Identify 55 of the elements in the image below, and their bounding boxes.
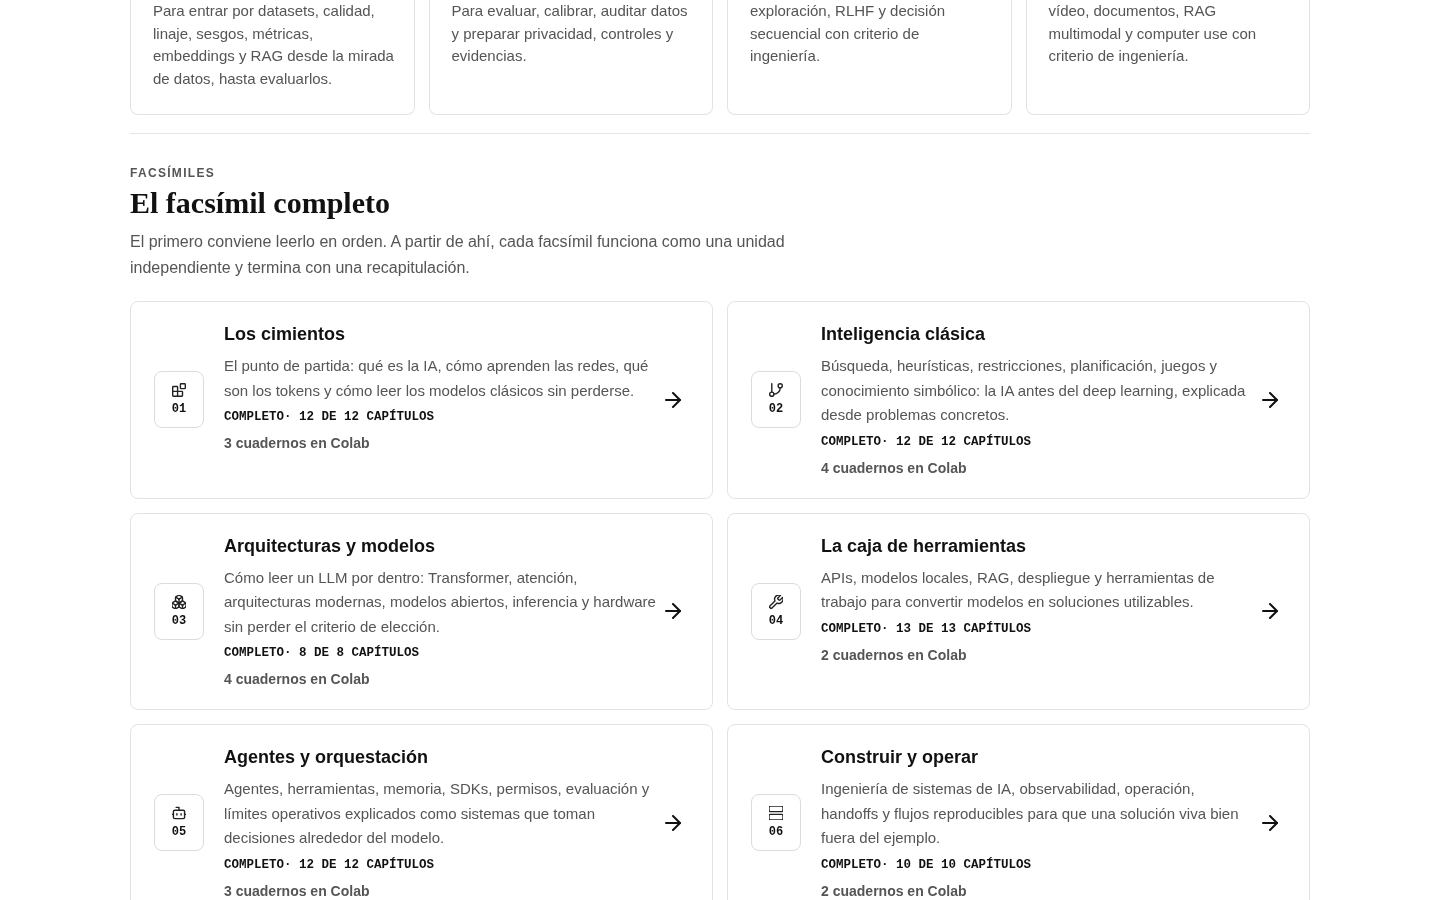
arrow-right-icon xyxy=(665,814,681,831)
robot-icon xyxy=(172,806,186,821)
module-title: Los cimientos xyxy=(224,323,346,346)
arrow-right-icon xyxy=(1262,814,1278,831)
arrow-right-icon xyxy=(1262,603,1278,620)
arrow-right-icon xyxy=(1262,391,1278,408)
notebook-count: 3 cuadernos en Colab xyxy=(224,881,370,900)
module-number: 01 xyxy=(171,402,187,417)
arrow-right-icon xyxy=(665,391,681,408)
card-description: Para evaluar, calibrar, auditar datos y preparar privacidad, controles y evidencias. xyxy=(451,1,689,66)
section-title: El facsímil completo xyxy=(130,185,390,221)
blocks-icon xyxy=(172,383,186,398)
card-description: vídeo, documentos, RAG multimodal y computer use con criterio de ingeniería. xyxy=(1048,1,1258,66)
card-description: Para entrar por datasets, calidad, linaje, sesgos, métricas, embeddings y RAG desde la mirada de datos, hasta evaluarlos. xyxy=(153,1,395,89)
module-number: 04 xyxy=(768,613,784,628)
boxes-icon xyxy=(172,594,186,609)
module-title: Agentes y orquestación xyxy=(224,746,429,769)
module-description: Búsqueda, heurísticas, restricciones, planificación, juegos y conocimiento simbólico: la IA antes del deep learning, explicada desde problemas concretos. xyxy=(821,356,1247,425)
notebook-count: 4 cuadernos en Colab xyxy=(821,458,967,478)
module-title: Arquitecturas y modelos xyxy=(224,534,436,558)
branch-icon xyxy=(769,383,783,398)
module-description: Agentes, herramientas, memoria, SDKs, permisos, evaluación y límites operativos explicados como sistemas que toman decisiones alrededor del modelo. xyxy=(224,779,651,848)
section-description: El primero conviene leerlo en orden. A partir de ahí, cada facsímil funciona como una unidad independiente y termina con una recapitulación. xyxy=(130,232,786,278)
arrow-right-icon xyxy=(665,603,681,620)
module-description: El punto de partida: qué es la IA, cómo aprenden las redes, qué son los tokens y cómo leer los modelos clásicos sin perderse. xyxy=(224,356,650,401)
wrench-icon xyxy=(769,594,783,609)
notebook-count: 2 cuadernos en Colab xyxy=(821,881,967,900)
module-status: COMPLETO· 12 DE 12 CAPÍTULOS xyxy=(224,409,435,425)
module-number: 05 xyxy=(171,825,187,840)
module-card[interactable]: 01 Los cimientos El punto de partida: qué es la IA, cómo aprenden las redes, qué son los tokens y cómo leer los modelos clásicos sin perderse. COMPLETO· 12 DE 12 CAPÍTULOS 3 cuadernos en Colab xyxy=(130,301,713,499)
notebook-count: 4 cuadernos en Colab xyxy=(224,670,370,689)
module-number: 02 xyxy=(768,402,784,417)
notebook-count: 2 cuadernos en Colab xyxy=(821,645,967,665)
module-title: La caja de herramientas xyxy=(821,534,1027,558)
module-card[interactable] xyxy=(727,724,1310,900)
module-card[interactable] xyxy=(130,724,713,900)
module-card[interactable]: 04 La caja de herramientas APIs, modelos locales, RAG, despliegue y herramientas de trabajo para convertir modelos en soluciones utilizables. COMPLETO· 13 DE 13 CAPÍTULOS 2 cuadernos en Colab xyxy=(727,512,1310,710)
module-status: COMPLETO· 12 DE 12 CAPÍTULOS xyxy=(224,856,435,873)
module-description: Ingeniería de sistemas de IA, observabilidad, operación, handoffs y flujos reproducibles para que una solución viva bien fuera del ejemplo. xyxy=(821,779,1240,848)
module-status: COMPLETO· 13 DE 13 CAPÍTULOS xyxy=(821,620,1032,637)
section-eyebrow: FACSÍMILES xyxy=(130,166,215,180)
module-status: COMPLETO· 8 DE 8 CAPÍTULOS xyxy=(224,645,420,661)
notebook-count: 3 cuadernos en Colab xyxy=(224,434,370,453)
module-status: COMPLETO· 10 DE 10 CAPÍTULOS xyxy=(821,856,1032,873)
module-status: COMPLETO· 12 DE 12 CAPÍTULOS xyxy=(821,433,1032,450)
card-description: exploración, RLHF y decisión secuencial con criterio de ingeniería. xyxy=(750,1,947,66)
module-title: Construir y operar xyxy=(821,746,979,769)
module-description: APIs, modelos locales, RAG, despliegue y herramientas de trabajo para convertir modelos en soluciones utilizables. xyxy=(821,567,1216,612)
module-description: Cómo leer un LLM por dentro: Transformer, atención, arquitecturas modernas, modelos abiertos, inferencia y hardware sin perder el criterio de elección. xyxy=(224,567,657,637)
module-title: Inteligencia clásica xyxy=(821,323,986,346)
module-card[interactable] xyxy=(727,301,1310,499)
module-card[interactable] xyxy=(130,512,713,710)
module-number: 06 xyxy=(768,825,784,840)
server-icon xyxy=(769,806,783,821)
module-number: 03 xyxy=(171,613,187,628)
